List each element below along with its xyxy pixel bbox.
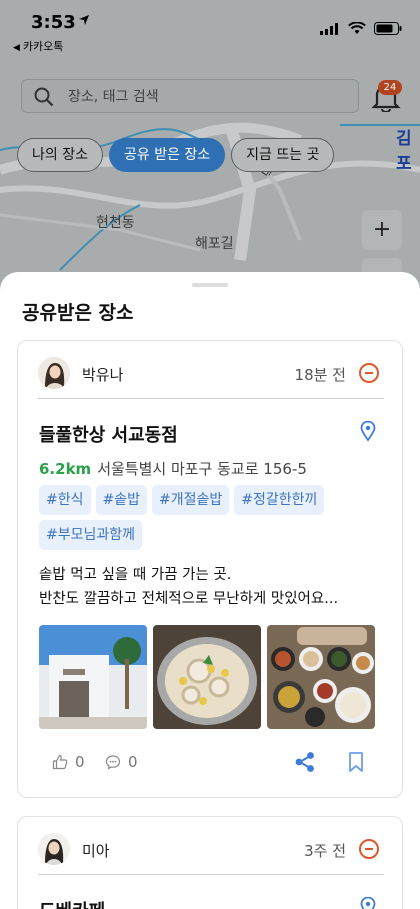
status-time: 3:53 (31, 12, 76, 33)
share-icon[interactable] (294, 751, 316, 773)
post-time: 18분 전 (294, 366, 346, 384)
tag[interactable]: #솥밥 (95, 485, 147, 515)
chip-trending-places[interactable]: 지금 뜨는 곳 (231, 138, 335, 172)
avatar (38, 357, 70, 389)
bookmark-icon[interactable] (347, 751, 365, 773)
like-count: 0 (75, 753, 85, 771)
tag[interactable]: #한식 (39, 485, 91, 515)
post-time: 3주 전 (304, 842, 346, 860)
back-triangle-icon: ◀ (13, 43, 20, 53)
notification-badge: 24 (378, 80, 402, 95)
search-bar[interactable] (21, 79, 359, 113)
search-icon (34, 87, 54, 107)
comment-icon (105, 755, 121, 770)
remove-icon[interactable] (359, 363, 379, 383)
description-line-1: 솥밥 먹고 싶을 때 가끔 가는 곳. (39, 567, 232, 583)
shared-place-card[interactable]: 박유나 18분 전 들풀한상 서교동점 6.2km 서울특별시 마포구 동교로 1… (17, 340, 403, 798)
sheet-title: 공유받은 장소 (22, 302, 134, 324)
map-pin-icon[interactable] (360, 897, 376, 909)
location-arrow-icon (79, 15, 89, 25)
tag[interactable]: #부모님과함께 (39, 520, 143, 550)
distance: 6.2km (39, 460, 92, 478)
map-label-district: 현천동 (96, 215, 135, 231)
comment-count: 0 (128, 753, 138, 771)
user-name: 미아 (82, 842, 110, 860)
zoom-in-button[interactable]: + (362, 210, 402, 250)
card-header: 박유나 18분 전 (18, 341, 402, 399)
address: 서울특별시 마포구 동교로 156-5 (97, 460, 307, 478)
remove-icon[interactable] (359, 839, 379, 859)
back-app-label: 카카오톡 (22, 40, 64, 53)
shared-place-card[interactable]: 미아 3주 전 드베카페 (17, 816, 403, 909)
user-name: 박유나 (82, 366, 124, 384)
status-bar: 3:53 ◀ 카카오톡 (0, 0, 420, 58)
tag[interactable]: #개절솥밥 (152, 485, 230, 515)
card-actions: 0 0 (18, 749, 402, 775)
battery-icon (374, 22, 402, 35)
place-name[interactable]: 들풀한상 서교동점 (39, 421, 178, 447)
back-to-app-link[interactable]: ◀ 카카오톡 (13, 38, 63, 54)
wifi-icon (348, 22, 366, 34)
tag-list: #한식 #솥밥 #개절솥밥 #정갈한한끼 #부모님과함께 (39, 485, 379, 550)
map-label-city: 김포 (396, 129, 412, 174)
signal-icon (320, 22, 338, 35)
chip-my-places[interactable]: 나의 장소 (17, 138, 103, 172)
map-label-road: 해포길 (195, 236, 234, 252)
bottom-sheet: 공유받은 장소 박유나 18분 전 들풀한상 서교동점 6.2km 서울특별시 마… (0, 272, 420, 909)
distance-address-row: 6.2km 서울특별시 마포구 동교로 156-5 (39, 458, 307, 479)
description-line-2: 반찬도 깔끔하고 전체적으로 무난하게 맛있어요... (39, 591, 339, 607)
tag[interactable]: #정갈한한끼 (234, 485, 325, 515)
avatar (38, 833, 70, 865)
photo-side-dishes[interactable] (267, 625, 375, 729)
photo-storefront[interactable] (39, 625, 147, 729)
place-name[interactable]: 드베카페 (39, 897, 105, 909)
comment-button[interactable]: 0 (105, 753, 138, 771)
like-button[interactable]: 0 (52, 753, 85, 771)
chip-shared-places[interactable]: 공유 받은 장소 (108, 138, 226, 172)
photo-pot-rice[interactable] (153, 625, 261, 729)
search-input[interactable] (68, 86, 348, 108)
filter-chips: 나의 장소 공유 받은 장소 지금 뜨는 곳 (17, 138, 335, 172)
photo-gallery (39, 625, 375, 729)
card-header: 미아 3주 전 (18, 817, 402, 875)
divider (38, 398, 384, 399)
thumbs-up-icon (52, 754, 68, 770)
system-icons (320, 22, 402, 35)
sheet-drag-handle[interactable] (192, 283, 228, 287)
divider (38, 874, 384, 875)
post-description[interactable]: 솥밥 먹고 싶을 때 가끔 가는 곳. 반찬도 깔끔하고 전체적으로 무난하게 … (39, 563, 338, 611)
map-pin-icon[interactable] (360, 421, 376, 441)
